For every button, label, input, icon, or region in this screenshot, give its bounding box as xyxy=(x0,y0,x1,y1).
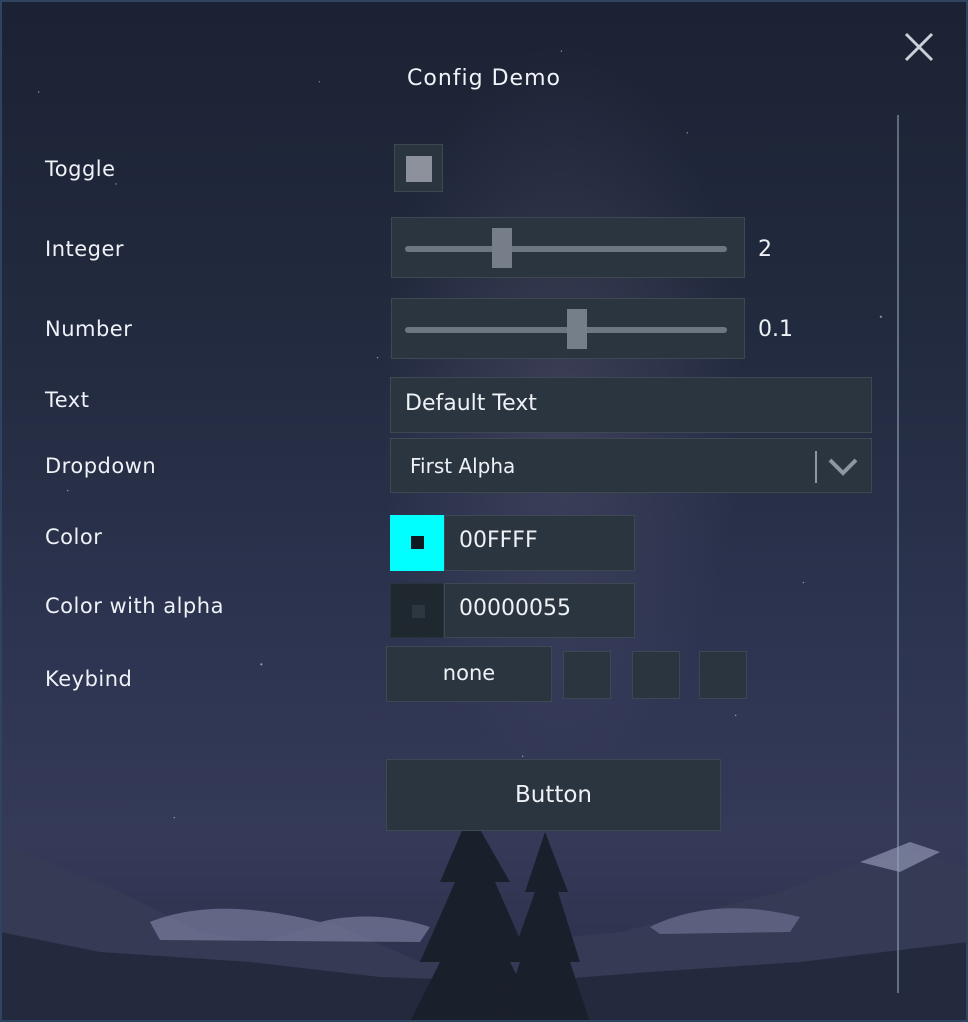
keybind-button[interactable]: none xyxy=(386,646,552,702)
dropdown-separator xyxy=(815,451,817,483)
toggle-label: Toggle xyxy=(45,157,116,181)
number-slider[interactable] xyxy=(391,298,745,359)
dropdown-selected-value: First Alpha xyxy=(410,454,516,478)
integer-slider-track xyxy=(405,246,727,252)
color-alpha-swatch[interactable] xyxy=(390,583,444,638)
keybind-modifier-1[interactable] xyxy=(563,651,611,699)
toggle-checkbox[interactable] xyxy=(394,144,443,192)
window-title: Config Demo xyxy=(407,66,561,91)
color-alpha-swatch-dot xyxy=(412,605,425,618)
color-alpha-hex-input[interactable]: 00000055 xyxy=(444,583,635,638)
chevron-down-icon xyxy=(828,458,858,476)
keybind-modifier-3[interactable] xyxy=(699,651,747,699)
keybind-modifier-2[interactable] xyxy=(632,651,680,699)
color-swatch[interactable] xyxy=(390,515,444,571)
color-hex-input[interactable]: 00FFFF xyxy=(444,515,635,571)
background-landscape xyxy=(0,812,968,1022)
text-input[interactable]: Default Text xyxy=(390,377,872,433)
number-label: Number xyxy=(45,317,133,341)
integer-slider[interactable] xyxy=(391,217,745,278)
dropdown-select[interactable]: First Alpha xyxy=(390,438,872,493)
integer-label: Integer xyxy=(45,237,125,261)
scrollbar-track[interactable] xyxy=(897,115,899,993)
number-slider-thumb[interactable] xyxy=(566,309,587,349)
action-button[interactable]: Button xyxy=(386,759,721,831)
toggle-knob xyxy=(406,156,432,182)
color-alpha-label: Color with alpha xyxy=(45,594,224,618)
integer-slider-thumb[interactable] xyxy=(492,228,513,268)
color-label: Color xyxy=(45,525,103,549)
integer-value: 2 xyxy=(758,237,772,262)
dropdown-label: Dropdown xyxy=(45,454,157,478)
number-value: 0.1 xyxy=(758,317,793,342)
color-swatch-dot xyxy=(411,536,424,549)
text-label: Text xyxy=(45,388,90,412)
close-icon[interactable] xyxy=(900,28,938,66)
keybind-label: Keybind xyxy=(45,667,133,691)
